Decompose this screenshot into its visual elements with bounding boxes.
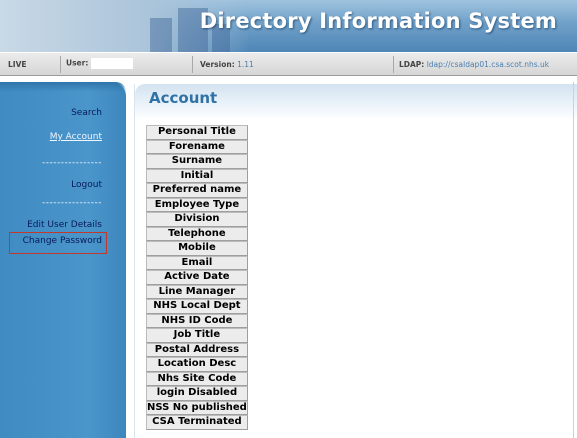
- sidebar-separator: ----------------: [42, 158, 102, 168]
- field-label: Personal Title: [146, 125, 248, 140]
- field-label: Surname: [146, 154, 248, 169]
- field-label: Mobile: [146, 241, 248, 256]
- sidebar-separator: ----------------: [42, 198, 102, 208]
- sidebar-item-my-account[interactable]: My Account: [50, 132, 102, 142]
- field-label: Preferred name: [146, 183, 248, 198]
- page-title: Account: [149, 89, 218, 107]
- banner-building-graphic: [150, 18, 172, 52]
- change-password-highlight: [9, 232, 107, 254]
- sidebar-item-edit-user-details[interactable]: Edit User Details: [27, 220, 102, 230]
- sidebar: Search My Account ---------------- Logou…: [0, 82, 126, 438]
- field-label: Email: [146, 255, 248, 270]
- field-label: NHS ID Code: [146, 313, 248, 328]
- ldap-info: LDAP: ldap://csaldap01.csa.scot.nhs.uk: [399, 60, 550, 69]
- environment-label: LIVE: [8, 60, 27, 69]
- field-label: NHS Local Dept: [146, 299, 248, 314]
- field-label: Division: [146, 212, 248, 227]
- page-edge: [573, 82, 574, 438]
- field-label: NSS No published: [146, 400, 248, 415]
- status-divider: [60, 56, 61, 73]
- field-label: Initial: [146, 168, 248, 183]
- sidebar-item-logout[interactable]: Logout: [71, 180, 102, 190]
- field-label: Employee Type: [146, 197, 248, 212]
- status-bar: LIVE User: Version: 1.11 LDAP: ldap://cs…: [0, 52, 577, 76]
- sidebar-item-search[interactable]: Search: [71, 108, 102, 118]
- field-label: login Disabled: [146, 386, 248, 401]
- content-header: Account: [135, 84, 577, 120]
- field-label: Forename: [146, 139, 248, 154]
- field-label: CSA Terminated: [146, 415, 248, 430]
- field-label: Postal Address: [146, 342, 248, 357]
- field-label: Active Date: [146, 270, 248, 285]
- field-label: Telephone: [146, 226, 248, 241]
- field-label: Line Manager: [146, 284, 248, 299]
- user-info: User:: [66, 58, 134, 69]
- version-info: Version: 1.11: [200, 60, 254, 69]
- user-value: [91, 58, 134, 69]
- account-fields-table: Personal Title Forename Surname Initial …: [146, 125, 248, 430]
- field-label: Job Title: [146, 328, 248, 343]
- field-label: Nhs Site Code: [146, 371, 248, 386]
- field-label: Location Desc: [146, 357, 248, 372]
- app-title: Directory Information System: [199, 9, 557, 33]
- status-divider: [393, 56, 394, 73]
- header-banner: Directory Information System: [0, 0, 577, 52]
- status-divider: [192, 56, 193, 73]
